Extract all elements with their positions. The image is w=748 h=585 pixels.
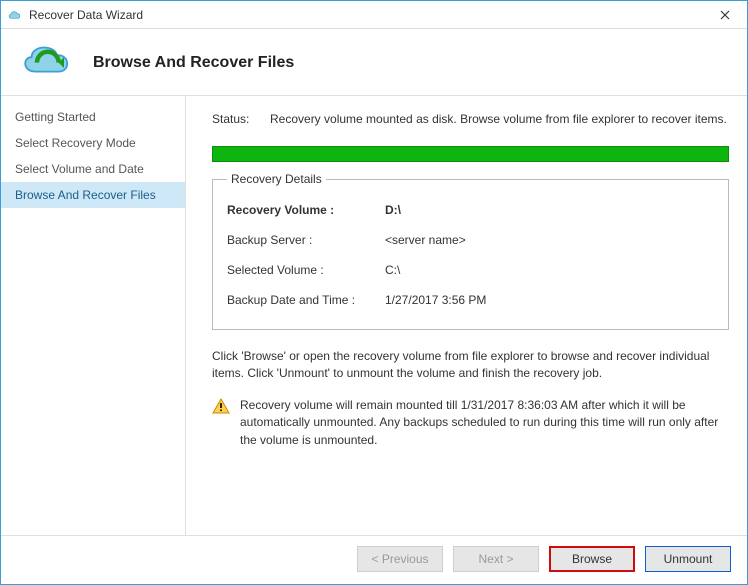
recovery-volume-value: D:\ — [385, 203, 401, 217]
wizard-steps-sidebar: Getting Started Select Recovery Mode Sel… — [1, 96, 186, 535]
header: Browse And Recover Files — [1, 29, 747, 96]
warning-row: Recovery volume will remain mounted till… — [212, 397, 729, 449]
cloud-recover-icon — [19, 39, 73, 79]
wizard-window: Recover Data Wizard Browse And Recover F… — [0, 0, 748, 585]
unmount-button[interactable]: Unmount — [645, 546, 731, 572]
close-button[interactable] — [707, 1, 743, 28]
step-select-recovery-mode[interactable]: Select Recovery Mode — [1, 130, 185, 156]
backup-server-value: <server name> — [385, 233, 466, 247]
main-panel: Status: Recovery volume mounted as disk.… — [186, 96, 747, 535]
page-title: Browse And Recover Files — [93, 54, 294, 72]
footer-buttons: < Previous Next > Browse Unmount — [1, 535, 747, 584]
previous-button: < Previous — [357, 546, 443, 572]
selected-volume-value: C:\ — [385, 263, 400, 277]
step-select-volume-and-date[interactable]: Select Volume and Date — [1, 156, 185, 182]
selected-volume-label: Selected Volume : — [227, 263, 375, 277]
browse-button[interactable]: Browse — [549, 546, 635, 572]
backup-datetime-value: 1/27/2017 3:56 PM — [385, 293, 486, 307]
status-label: Status: — [212, 112, 260, 126]
recovery-details-legend: Recovery Details — [227, 172, 326, 186]
warning-text: Recovery volume will remain mounted till… — [240, 397, 729, 449]
instruction-text: Click 'Browse' or open the recovery volu… — [212, 348, 729, 383]
window-title: Recover Data Wizard — [29, 8, 143, 22]
recovery-volume-label: Recovery Volume : — [227, 203, 375, 217]
titlebar: Recover Data Wizard — [1, 1, 747, 29]
warning-icon — [212, 398, 230, 414]
step-browse-and-recover-files[interactable]: Browse And Recover Files — [1, 182, 185, 208]
next-button: Next > — [453, 546, 539, 572]
app-icon — [7, 7, 23, 23]
step-getting-started[interactable]: Getting Started — [1, 104, 185, 130]
recovery-details-group: Recovery Details Recovery Volume : D:\ B… — [212, 172, 729, 330]
status-text: Recovery volume mounted as disk. Browse … — [270, 112, 727, 126]
backup-server-label: Backup Server : — [227, 233, 375, 247]
progress-bar — [212, 146, 729, 162]
backup-datetime-label: Backup Date and Time : — [227, 293, 375, 307]
